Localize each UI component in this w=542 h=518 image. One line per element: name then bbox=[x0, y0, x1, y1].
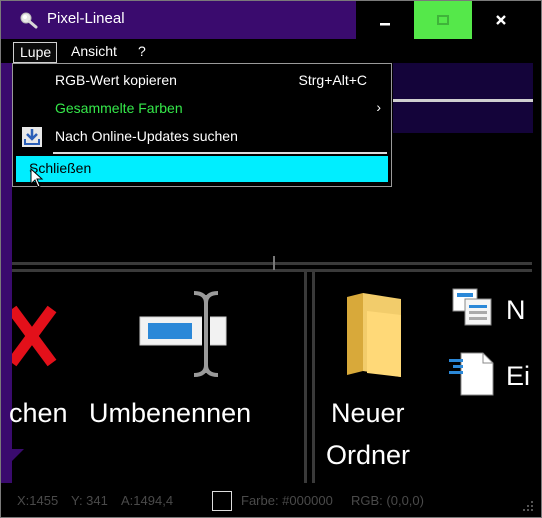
magnified-label-ei: Ei bbox=[506, 361, 531, 391]
delete-x-icon bbox=[12, 305, 57, 367]
magnified-label-umbenennen: Umbenennen bbox=[89, 398, 252, 428]
magnified-ribbon-border bbox=[12, 262, 532, 265]
window-title: Pixel-Lineal bbox=[47, 10, 125, 27]
menu-item-shortcut: Strg+Alt+C bbox=[298, 72, 367, 88]
maximize-button[interactable] bbox=[414, 1, 472, 39]
status-y: Y: 341 bbox=[71, 493, 108, 508]
magnified-corner-triangle bbox=[12, 449, 24, 461]
magnified-label-n: N bbox=[506, 295, 526, 325]
magnified-ribbon-border-inner bbox=[12, 269, 532, 272]
minimize-button[interactable] bbox=[356, 1, 414, 39]
menu-item-label: Gesammelte Farben bbox=[55, 100, 183, 116]
menu-item-close[interactable]: Schließen bbox=[16, 156, 388, 182]
menu-help[interactable]: ? bbox=[138, 43, 146, 59]
rename-icon bbox=[139, 291, 227, 377]
menu-item-online-updates[interactable]: Nach Online-Updates suchen bbox=[13, 124, 391, 150]
copy-path-icon bbox=[452, 288, 492, 326]
close-icon bbox=[496, 15, 506, 25]
menu-ansicht[interactable]: Ansicht bbox=[71, 43, 117, 59]
status-x: X:1455 bbox=[17, 493, 59, 508]
crosshair-marker bbox=[273, 256, 275, 270]
status-rgb: RGB: (0,0,0) bbox=[351, 493, 424, 508]
magnifier-icon bbox=[20, 12, 38, 29]
pixel-lineal-window: Pixel-Lineal Lupe Ansicht ? chen Umbenen… bbox=[0, 0, 542, 518]
maximize-icon bbox=[437, 15, 449, 25]
menu-item-collected-colors[interactable]: Gesammelte Farben › bbox=[13, 96, 391, 122]
magnified-label-chen: chen bbox=[9, 398, 68, 428]
submenu-arrow-icon: › bbox=[376, 99, 381, 115]
magnified-group-separator-inner bbox=[312, 271, 315, 483]
magnified-label-neuer: Neuer bbox=[331, 398, 405, 428]
download-icon bbox=[22, 127, 42, 147]
title-bar[interactable]: Pixel-Lineal bbox=[1, 1, 541, 39]
menu-lupe[interactable]: Lupe bbox=[13, 42, 58, 63]
magnified-group-separator bbox=[304, 271, 307, 483]
menu-item-rgb-copy[interactable]: RGB-Wert kopieren Strg+Alt+C bbox=[13, 68, 391, 94]
menu-item-label: RGB-Wert kopieren bbox=[55, 72, 177, 88]
mouse-cursor-icon bbox=[30, 168, 44, 188]
minimize-icon bbox=[380, 23, 390, 26]
magnified-label-ordner: Ordner bbox=[326, 440, 411, 470]
magnified-navy-block bbox=[393, 63, 533, 133]
menu-separator bbox=[53, 152, 387, 154]
status-bar: X:1455 Y: 341 A:1494,4 Farbe: #000000 RG… bbox=[1, 483, 541, 517]
status-farbe: Farbe: #000000 bbox=[241, 493, 333, 508]
lupe-dropdown-menu: RGB-Wert kopieren Strg+Alt+C Gesammelte … bbox=[12, 63, 392, 187]
folder-icon bbox=[347, 293, 401, 377]
menu-bar: Lupe Ansicht ? bbox=[1, 39, 541, 63]
new-item-icon bbox=[449, 352, 494, 396]
color-swatch bbox=[212, 491, 232, 511]
resize-grip-icon[interactable] bbox=[521, 499, 535, 513]
magnified-navy-line bbox=[393, 99, 533, 102]
menu-item-label: Nach Online-Updates suchen bbox=[55, 128, 238, 144]
close-button[interactable] bbox=[472, 1, 530, 39]
status-a: A:1494,4 bbox=[121, 493, 174, 508]
